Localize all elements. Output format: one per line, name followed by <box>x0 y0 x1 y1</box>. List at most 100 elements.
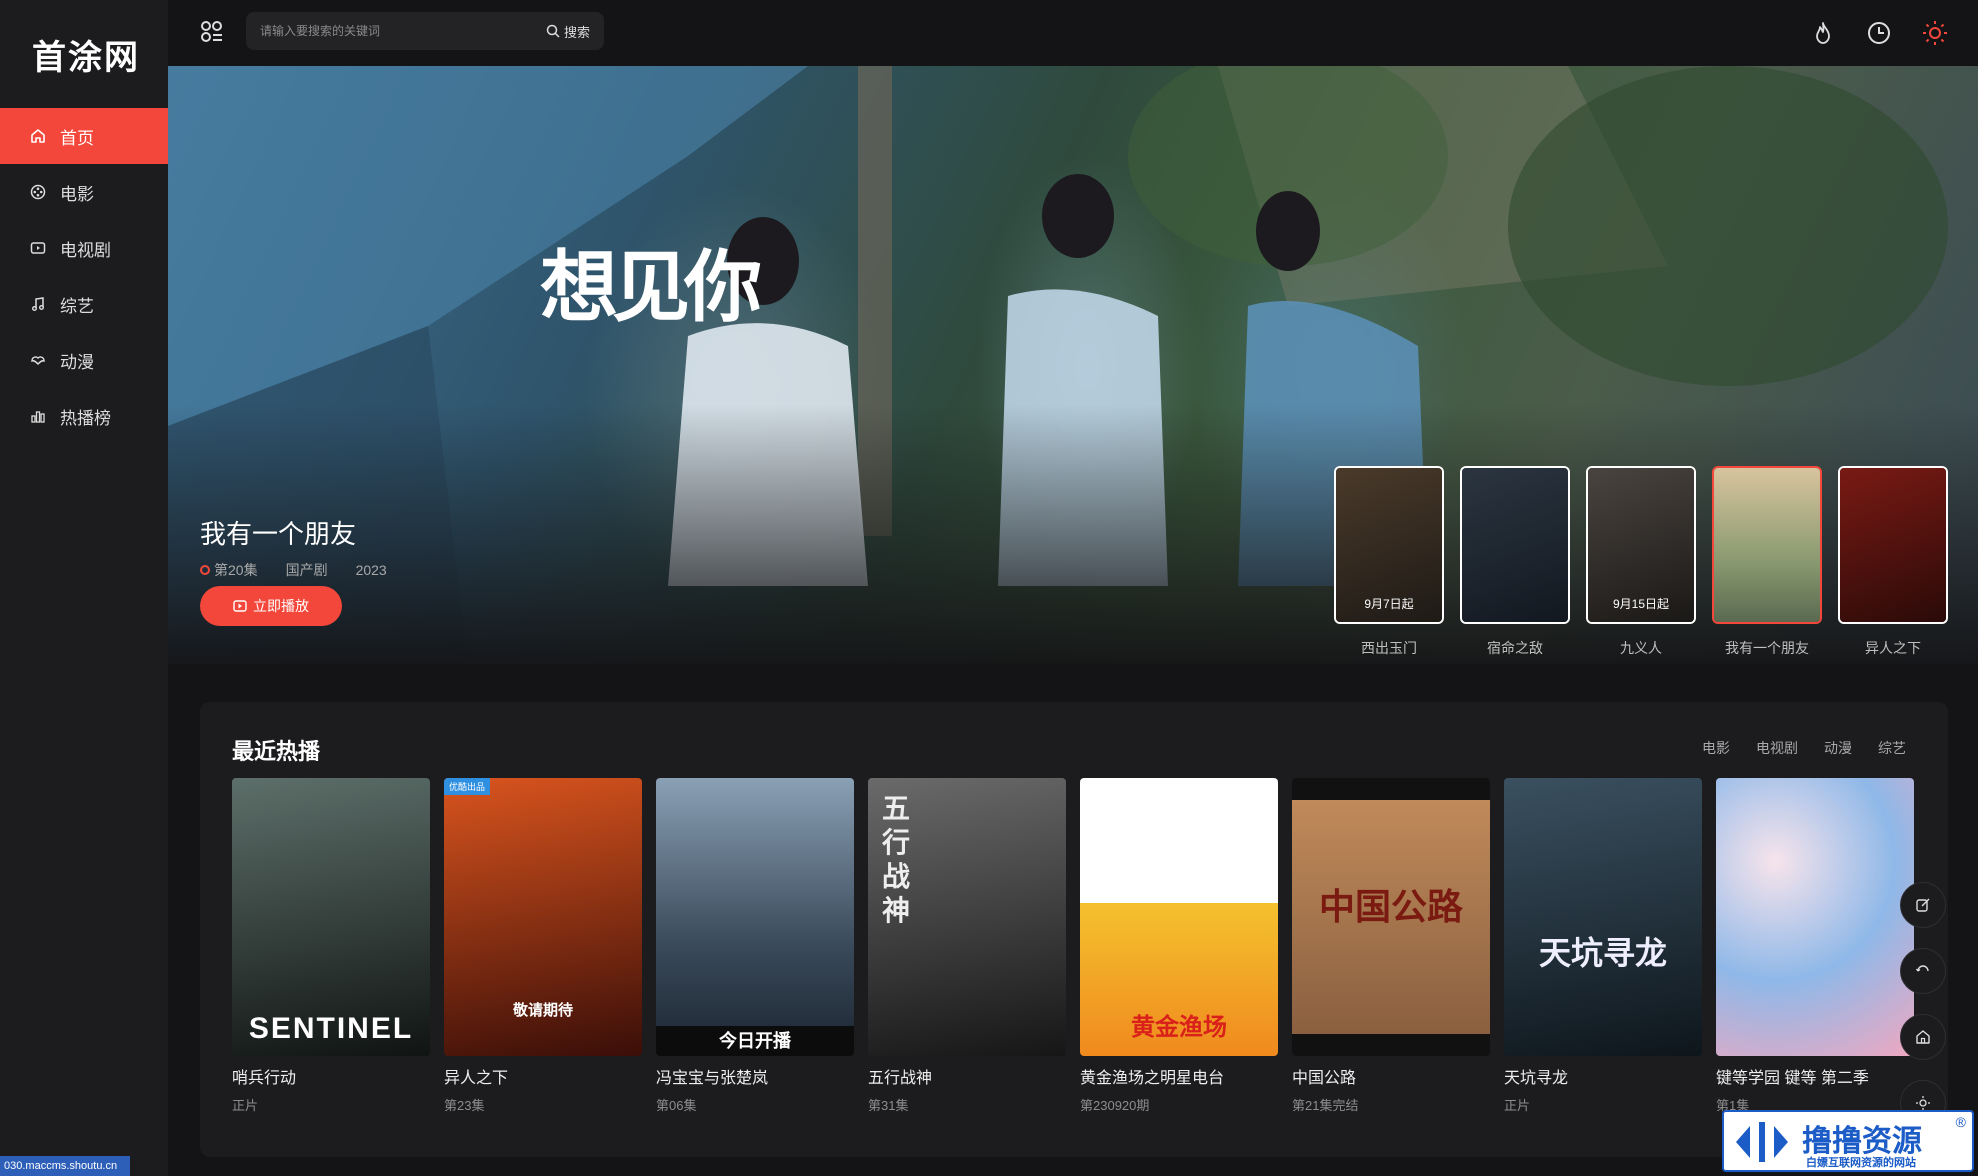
status-dot-icon <box>200 565 210 575</box>
video-poster[interactable]: 黄金渔场 <box>1080 778 1278 1056</box>
chart-icon <box>30 408 46 424</box>
home-float-button[interactable] <box>1900 1014 1946 1060</box>
hero-background-illustration <box>168 66 1948 664</box>
search-input[interactable] <box>260 12 530 50</box>
hero-thumb-label[interactable]: 我有一个朋友 <box>1712 638 1822 658</box>
refresh-icon <box>1915 965 1929 972</box>
poster-text: SENTINEL <box>248 1012 414 1045</box>
hero-thumb-0[interactable]: 9月7日起 <box>1334 466 1444 624</box>
sidebar-item-movie[interactable]: 电影 <box>0 164 168 220</box>
video-title[interactable]: 中国公路 <box>1292 1064 1490 1088</box>
video-card[interactable]: SENTINEL 哨兵行动 正片 <box>232 778 430 1114</box>
video-card[interactable]: 优酷出品 敬请期待 异人之下 第23集 <box>444 778 642 1114</box>
hero-thumb-label[interactable]: 宿命之敌 <box>1460 638 1570 658</box>
poster-text: 黄金渔场 <box>1131 1014 1227 1041</box>
hero-thumb-4[interactable] <box>1838 466 1948 624</box>
recent-hot-section: 最近热播 电影 电视剧 动漫 综艺 SENTINEL 哨兵行动 正片 优酷出品 … <box>200 702 1948 1157</box>
hero-episode: 第20集 <box>200 560 258 580</box>
video-title[interactable]: 冯宝宝与张楚岚 <box>656 1064 854 1088</box>
sidebar-item-anime[interactable]: 动漫 <box>0 332 168 388</box>
music-note-icon <box>30 296 46 312</box>
video-poster[interactable]: 五行战神 <box>868 778 1066 1056</box>
clock-icon[interactable] <box>1866 20 1892 46</box>
thumb-poster-text: 9月7日起 <box>1364 597 1414 611</box>
thumb-poster: 9月7日起 <box>1336 468 1442 622</box>
video-poster[interactable]: 优酷出品 敬请期待 <box>444 778 642 1056</box>
site-logo[interactable]: 首涂网 <box>32 30 140 79</box>
section-title: 最近热播 <box>232 739 321 764</box>
video-card[interactable]: 天坑寻龙 天坑寻龙 正片 <box>1504 778 1702 1114</box>
video-poster[interactable]: 中国公路 <box>1292 778 1490 1056</box>
video-status: 第23集 <box>444 1098 485 1113</box>
tab-variety[interactable]: 综艺 <box>1878 738 1906 758</box>
refresh-button[interactable] <box>1900 948 1946 994</box>
video-title[interactable]: 天坑寻龙 <box>1504 1064 1702 1088</box>
video-card[interactable]: 键等学园 键等 第二季 第1集 <box>1716 778 1914 1114</box>
fire-icon[interactable] <box>1810 20 1836 46</box>
sun-small-icon <box>1916 1096 1930 1110</box>
video-status: 第06集 <box>656 1098 697 1113</box>
sidebar-item-variety[interactable]: 综艺 <box>0 276 168 332</box>
watermark-emblem-icon <box>1736 1122 1788 1162</box>
section-tabs: 电影 电视剧 动漫 综艺 <box>1676 738 1906 758</box>
video-status: 第21集完结 <box>1292 1098 1359 1113</box>
edit-icon <box>1916 898 1930 912</box>
poster-badge: 优酷出品 <box>444 778 491 795</box>
video-poster[interactable]: 天坑寻龙 <box>1504 778 1702 1056</box>
hero-thumb-label[interactable]: 异人之下 <box>1838 638 1948 658</box>
video-title[interactable]: 哨兵行动 <box>232 1064 430 1088</box>
video-poster[interactable]: 今日开播 <box>656 778 854 1056</box>
video-card[interactable]: 中国公路 中国公路 第21集完结 <box>1292 778 1490 1114</box>
video-poster[interactable]: SENTINEL <box>232 778 430 1056</box>
sidebar: 首涂网 首页 电影 电视剧 综艺 动漫 热播榜 <box>0 0 168 1176</box>
video-title[interactable]: 黄金渔场之明星电台 <box>1080 1064 1278 1088</box>
tab-movie[interactable]: 电影 <box>1702 738 1730 758</box>
tab-anime[interactable]: 动漫 <box>1824 738 1852 758</box>
video-title[interactable]: 异人之下 <box>444 1064 642 1088</box>
hero-genre: 国产剧 <box>285 562 328 578</box>
sidebar-item-label: 首页 <box>60 128 94 148</box>
sidebar-item-label: 电影 <box>60 184 94 204</box>
sidebar-item-ranking[interactable]: 热播榜 <box>0 388 168 444</box>
hero-thumb-3[interactable] <box>1712 466 1822 624</box>
video-poster[interactable] <box>1716 778 1914 1056</box>
search-button-label: 搜索 <box>563 24 590 40</box>
sidebar-item-tv[interactable]: 电视剧 <box>0 220 168 276</box>
video-status: 第230920期 <box>1080 1098 1150 1113</box>
video-title[interactable]: 键等学园 键等 第二季 <box>1716 1064 1914 1088</box>
sidebar-item-label: 动漫 <box>60 352 94 372</box>
hero-thumb-2[interactable]: 9月15日起 <box>1586 466 1696 624</box>
tab-tv[interactable]: 电视剧 <box>1756 738 1798 758</box>
hero-meta: 第20集 国产剧 2023 <box>200 560 415 580</box>
watermark-logo: 撸撸资源 白嫖互联网资源的网站 ® <box>1722 1110 1974 1172</box>
hero-title: 我有一个朋友 <box>200 519 357 549</box>
sidebar-item-label: 电视剧 <box>60 240 111 260</box>
search-bar: 搜索 <box>246 12 604 50</box>
video-card[interactable]: 黄金渔场 黄金渔场之明星电台 第230920期 <box>1080 778 1278 1114</box>
watermark-sub-text: 白嫖互联网资源的网站 <box>1806 1157 1916 1169</box>
video-status: 正片 <box>232 1098 259 1113</box>
play-now-label: 立即播放 <box>253 598 309 614</box>
hero-banner[interactable]: 想见你 我有一个朋友 第20集 国产剧 2023 立即播放 9月7日起 9月15… <box>168 66 1978 664</box>
search-button[interactable]: 搜索 <box>546 12 590 50</box>
video-status: 第31集 <box>868 1098 909 1113</box>
search-icon <box>546 24 560 38</box>
hero-thumb-1[interactable] <box>1460 466 1570 624</box>
video-title[interactable]: 五行战神 <box>868 1064 1066 1088</box>
top-bar: 搜索 <box>168 0 1978 66</box>
hero-thumb-label[interactable]: 西出玉门 <box>1334 638 1444 658</box>
video-card[interactable]: 今日开播 冯宝宝与张楚岚 第06集 <box>656 778 854 1114</box>
poster-text: 今日开播 <box>656 1026 854 1056</box>
sun-icon[interactable] <box>1922 20 1948 46</box>
video-card[interactable]: 五行战神 五行战神 第31集 <box>868 778 1066 1114</box>
thumb-poster: 9月15日起 <box>1588 468 1694 622</box>
play-now-button[interactable]: 立即播放 <box>200 586 342 626</box>
feedback-button[interactable] <box>1900 882 1946 928</box>
hero-title-art: 想见你 <box>540 242 762 333</box>
film-reel-icon <box>30 184 46 200</box>
category-grid-icon[interactable] <box>200 20 224 44</box>
hero-thumb-label[interactable]: 九义人 <box>1586 638 1696 658</box>
sidebar-item-home[interactable]: 首页 <box>0 108 168 164</box>
sidebar-item-label: 综艺 <box>60 296 94 316</box>
play-icon <box>233 600 247 612</box>
